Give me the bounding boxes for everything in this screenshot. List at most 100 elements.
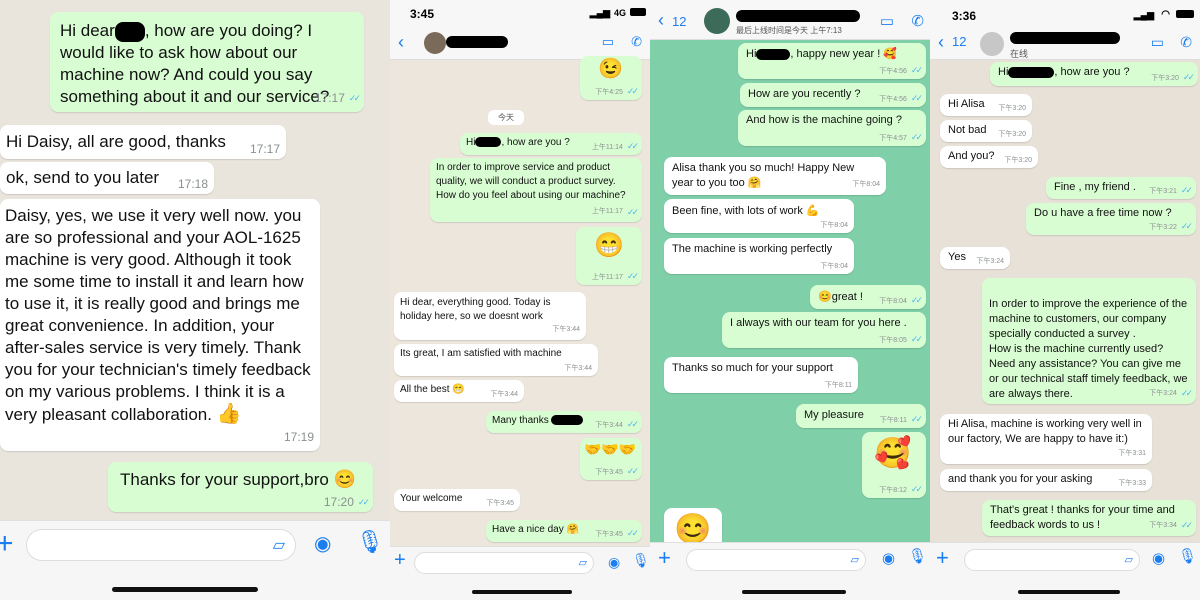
message-time: 下午3:33 (1118, 480, 1146, 487)
message-bubble[interactable]: Hi, happy new year ! 🥰 下午4:56 ✓✓ (738, 43, 926, 79)
message-bubble[interactable]: and thank you for your asking 下午3:33 (940, 469, 1152, 491)
camera-icon[interactable]: ◉ (608, 554, 620, 571)
message-bubble[interactable]: The machine is working perfectly 下午8:04 (664, 238, 854, 274)
message-text: Fine , my friend . (1054, 181, 1136, 193)
input-bar: + ▱ ◉ 🎙 (0, 520, 390, 600)
message-input[interactable]: ▱ (414, 552, 594, 574)
message-time: 17:19 (283, 430, 314, 444)
heart-face-emoji: 🥰 (883, 48, 898, 60)
camera-icon[interactable]: ◉ (1152, 549, 1165, 567)
message-text: Hi, happy new year ! 🥰 (746, 48, 898, 60)
read-ticks-icon: ✓✓ (626, 466, 639, 476)
message-bubble[interactable]: Have a nice day 🤗 下午3:45 ✓✓ (486, 520, 642, 542)
message-list: Hi dear, how are you doing? I would like… (0, 0, 390, 600)
message-text: Thanks so much for your support (672, 362, 833, 374)
camera-icon[interactable]: ◉ (314, 531, 331, 556)
message-bubble[interactable]: Many thanks 下午3:44 ✓✓ (486, 411, 642, 433)
read-ticks-icon: ✓✓ (1180, 185, 1193, 195)
message-bubble[interactable]: 😊great ! 下午8:04 ✓✓ (810, 285, 926, 309)
message-bubble[interactable]: Hi, how are you ? 上午11:14 ✓✓ (460, 133, 642, 155)
message-bubble[interactable]: And you? 下午3:20 (940, 146, 1038, 168)
sticker-icon[interactable]: ▱ (1125, 553, 1133, 566)
message-bubble[interactable]: I always with our team for you here . 下午… (722, 312, 926, 348)
message-bubble[interactable]: Fine , my friend . 下午3:21 ✓✓ (1046, 177, 1196, 199)
message-bubble[interactable]: Not bad 下午3:20 (940, 120, 1032, 142)
message-time: 下午3:20 (998, 105, 1026, 112)
message-text: Hi, how are you ? (466, 137, 570, 148)
chat-panel-3: ‹ 12 最后上线时间是今天 上午7:13 ▭ ✆ Hi, happy new … (650, 0, 930, 600)
message-text: and thank you for your asking (948, 473, 1093, 485)
message-bubble[interactable]: Do u have a free time now ? 下午3:22 ✓✓ (1026, 203, 1196, 235)
message-bubble[interactable]: 🥰 下午8:12 ✓✓ (862, 432, 926, 498)
handshake-emoji: 🤝🤝🤝 (584, 441, 637, 457)
message-meta: 下午3:34 ✓✓ (1149, 518, 1193, 533)
message-meta: 下午4:56 ✓✓ (879, 93, 923, 103)
plus-icon[interactable]: + (658, 545, 671, 571)
microphone-icon[interactable]: 🎙 (356, 529, 384, 555)
message-bubble[interactable]: Hi Alisa 下午3:20 (940, 94, 1032, 116)
message-bubble[interactable]: 🤝🤝🤝 下午3:45 ✓✓ (580, 438, 642, 480)
message-meta: 下午4:57 ✓✓ (879, 132, 923, 142)
message-bubble[interactable]: Alisa thank you so much! Happy New year … (664, 157, 886, 195)
redacted-name (475, 137, 502, 148)
microphone-icon[interactable]: 🎙 (632, 552, 650, 569)
message-bubble[interactable]: Your welcome 下午3:45 (394, 489, 520, 511)
message-meta: 下午8:11 ✓✓ (879, 414, 923, 424)
read-ticks-icon: ✓✓ (1180, 520, 1193, 530)
read-ticks-icon: ✓✓ (348, 93, 361, 103)
message-bubble[interactable]: Its great, I am satisfied with machine 下… (394, 344, 598, 376)
message-bubble[interactable]: Thanks so much for your support 下午8:11 (664, 357, 858, 393)
message-bubble[interactable]: Hi dear, how are you doing? I would like… (50, 12, 364, 112)
message-time: 下午8:11 (824, 382, 852, 389)
message-bubble[interactable]: That's great ! thanks for your time and … (982, 500, 1196, 536)
message-bubble[interactable]: All the best 😁 下午3:44 (394, 380, 524, 402)
message-meta: 下午3:24 ✓✓ (1149, 386, 1193, 401)
plus-icon[interactable]: + (936, 545, 949, 571)
message-meta: 下午8:12 ✓✓ (879, 484, 923, 494)
message-bubble[interactable]: 😉 下午4:25 ✓✓ (580, 56, 642, 100)
camera-icon[interactable]: ◉ (882, 549, 895, 567)
message-bubble[interactable]: Hi, how are you ? 下午3:20 ✓✓ (990, 62, 1198, 86)
flexed-arm-emoji: 💪 (805, 205, 820, 217)
message-text: Your welcome (400, 493, 463, 504)
message-meta: 下午3:44 ✓✓ (595, 419, 639, 429)
message-bubble[interactable]: In order to improve the experience of th… (982, 278, 1196, 404)
sticker-icon[interactable]: ▱ (579, 556, 587, 569)
message-bubble[interactable]: Yes 下午3:24 (940, 247, 1010, 269)
message-bubble[interactable]: My pleasure 下午8:11 ✓✓ (796, 404, 926, 428)
smile-emoji: 😊 (333, 469, 356, 489)
message-bubble[interactable]: Thanks for your support,bro 😊 17:20 ✓✓ (108, 462, 373, 512)
message-bubble[interactable]: How are you recently ? 下午4:56 ✓✓ (740, 83, 926, 107)
message-bubble[interactable]: ok, send to you later 17:18 (0, 162, 214, 194)
message-text: Daisy, yes, we use it very well now. you… (5, 206, 311, 424)
message-bubble[interactable]: 😁 上午11:17 ✓✓ (576, 227, 642, 285)
sticker-icon[interactable]: ▱ (851, 553, 859, 566)
microphone-icon[interactable]: 🎙 (1178, 547, 1197, 565)
message-bubble[interactable]: Hi Alisa, machine is working very well i… (940, 414, 1152, 464)
message-bubble[interactable]: In order to improve service and product … (430, 158, 642, 222)
message-text: Its great, I am satisfied with machine (400, 348, 562, 359)
day-separator: 今天 (488, 110, 524, 125)
chat-panel-4: 3:36 ▂▄▆ ◠ ‹ 12 在线 ▭ ✆ Hi, how are you ?… (930, 0, 1200, 600)
read-ticks-icon: ✓✓ (626, 419, 639, 429)
plus-icon[interactable]: + (0, 527, 14, 561)
message-list: Hi, how are you ? 下午3:20 ✓✓ Hi Alisa 下午3:… (930, 0, 1200, 600)
message-input[interactable]: ▱ (26, 529, 296, 561)
read-ticks-icon: ✓✓ (910, 132, 923, 142)
sticker-icon[interactable]: ▱ (273, 535, 285, 555)
message-time: 下午3:44 (490, 391, 518, 398)
message-input[interactable]: ▱ (686, 549, 866, 571)
message-time: 下午3:45 (486, 500, 514, 507)
read-ticks-icon: ✓✓ (1180, 388, 1193, 398)
message-bubble[interactable]: Hi Daisy, all are good, thanks 17:17 (0, 125, 286, 159)
read-ticks-icon: ✓✓ (626, 271, 639, 281)
microphone-icon[interactable]: 🎙 (908, 547, 927, 565)
message-bubble[interactable]: And how is the machine going ? 下午4:57 ✓✓ (738, 110, 926, 146)
message-input[interactable]: ▱ (964, 549, 1140, 571)
plus-icon[interactable]: + (394, 549, 406, 572)
message-bubble[interactable]: Daisy, yes, we use it very well now. you… (0, 199, 320, 451)
read-ticks-icon: ✓✓ (626, 141, 639, 151)
read-ticks-icon: ✓✓ (1180, 221, 1193, 231)
message-bubble[interactable]: Hi dear, everything good. Today is holid… (394, 292, 586, 340)
message-bubble[interactable]: Been fine, with lots of work 💪 下午8:04 (664, 199, 854, 233)
